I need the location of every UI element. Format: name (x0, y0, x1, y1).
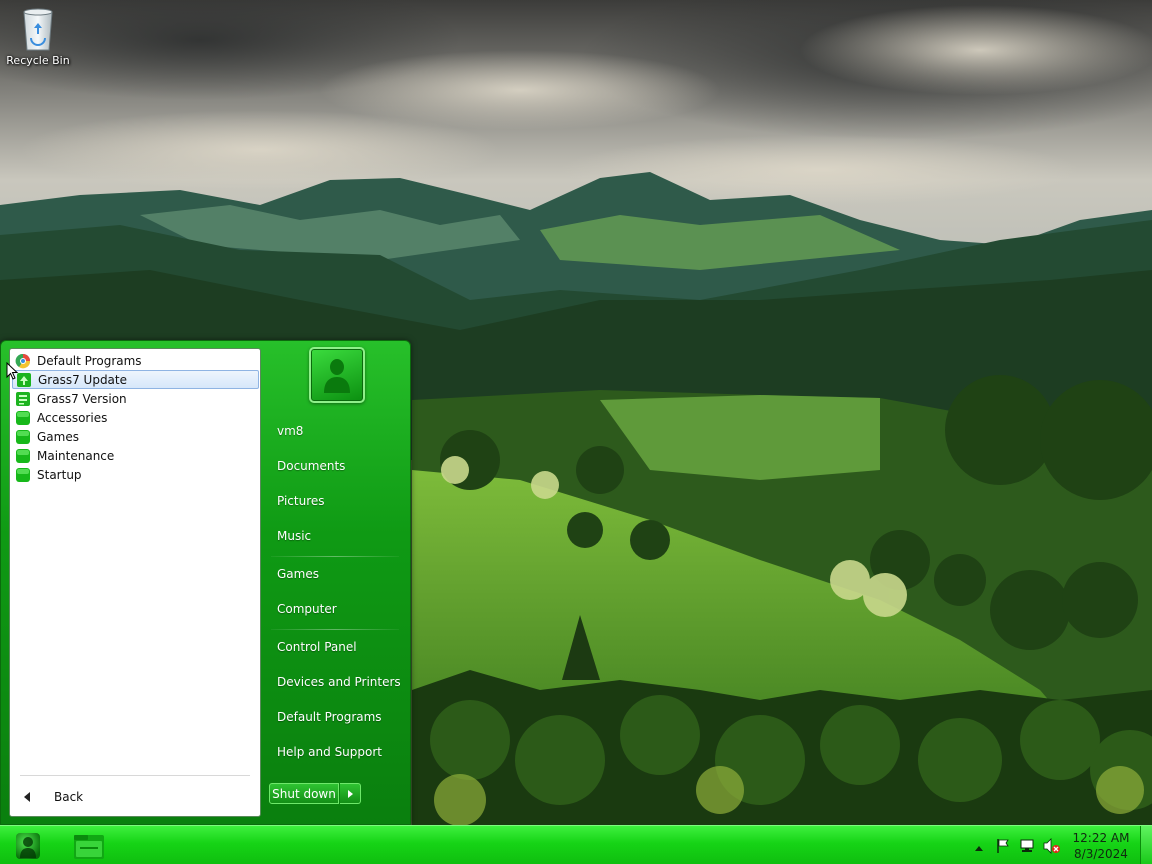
back-arrow-icon (24, 792, 30, 802)
recycle-bin-icon (23, 8, 53, 51)
start-separator (271, 629, 399, 630)
mouse-cursor-icon (6, 362, 18, 380)
program-folder-accessories[interactable]: Accessories (12, 408, 259, 427)
start-link-pictures[interactable]: Pictures (269, 488, 401, 514)
network-icon (1020, 839, 1034, 852)
user-avatar-icon (324, 359, 350, 393)
start-link-computer[interactable]: Computer (269, 596, 401, 622)
shutdown-options-button[interactable] (340, 783, 361, 804)
folder-icon (15, 448, 31, 464)
start-link-user-vm8[interactable]: vm8 (269, 418, 401, 444)
volume-muted-icon (1043, 838, 1060, 854)
shutdown-button[interactable]: Shut down (269, 783, 339, 804)
chevron-up-icon (975, 846, 983, 851)
taskbar-file-explorer-button[interactable] (66, 829, 112, 863)
file-explorer-icon (74, 835, 104, 859)
program-folder-maintenance[interactable]: Maintenance (12, 446, 259, 465)
program-item-label: Default Programs (37, 353, 142, 368)
clock-time: 12:22 AM (1072, 831, 1130, 845)
start-link-label: Devices and Printers (277, 675, 401, 689)
start-link-documents[interactable]: Documents (269, 453, 401, 479)
recycle-bin-desktop-icon[interactable]: Recycle Bin (4, 6, 72, 76)
folder-icon (15, 429, 31, 445)
update-icon (16, 372, 32, 388)
show-hidden-icons-button[interactable] (974, 841, 984, 855)
program-item-label: Games (37, 429, 79, 444)
folder-icon (15, 467, 31, 483)
action-center-flag-icon (997, 839, 1009, 853)
program-item-default-programs[interactable]: Default Programs (12, 351, 259, 370)
start-link-help-and-support[interactable]: Help and Support (269, 739, 401, 765)
start-link-default-programs[interactable]: Default Programs (269, 704, 401, 730)
program-folder-games[interactable]: Games (12, 427, 259, 446)
start-link-label: Computer (277, 602, 337, 616)
user-picture[interactable] (309, 347, 365, 403)
start-link-label: Documents (277, 459, 346, 473)
program-item-grass7-version[interactable]: Grass7 Version (12, 389, 259, 408)
start-orb-icon (16, 833, 40, 859)
recycle-bin-label: Recycle Bin (6, 54, 70, 67)
start-link-label: Pictures (277, 494, 325, 508)
folder-icon (15, 410, 31, 426)
show-desktop-button[interactable] (1140, 826, 1152, 864)
program-item-label: Accessories (37, 410, 108, 425)
start-link-games[interactable]: Games (269, 561, 401, 587)
program-item-label: Startup (37, 467, 82, 482)
program-folder-startup[interactable]: Startup (12, 465, 259, 484)
start-link-label: Control Panel (277, 640, 357, 654)
back-button[interactable]: Back (16, 786, 254, 808)
start-link-control-panel[interactable]: Control Panel (269, 634, 401, 660)
start-button[interactable] (6, 829, 50, 863)
action-center-button[interactable] (995, 838, 1011, 857)
volume-button[interactable] (1043, 838, 1061, 857)
all-programs-pane: Default Programs Grass7 Update Grass7 Ve… (9, 348, 261, 817)
start-menu: Default Programs Grass7 Update Grass7 Ve… (0, 340, 411, 825)
start-link-music[interactable]: Music (269, 523, 401, 549)
taskbar: 12:22 AM 8/3/2024 (0, 825, 1152, 864)
back-label: Back (54, 790, 84, 804)
program-item-label: Grass7 Version (37, 391, 127, 406)
start-link-label: vm8 (277, 424, 304, 438)
start-link-label: Default Programs (277, 710, 382, 724)
network-button[interactable] (1019, 838, 1035, 857)
start-link-label: Help and Support (277, 745, 382, 759)
version-icon (15, 391, 31, 407)
start-link-label: Music (277, 529, 312, 543)
program-item-label: Maintenance (37, 448, 115, 463)
start-link-label: Games (277, 567, 319, 581)
start-link-devices-and-printers[interactable]: Devices and Printers (269, 669, 401, 695)
taskbar-clock[interactable]: 12:22 AM 8/3/2024 (1070, 830, 1132, 862)
start-separator (271, 556, 399, 557)
program-item-label: Grass7 Update (38, 372, 127, 387)
program-item-grass7-update[interactable]: Grass7 Update (12, 370, 259, 389)
chevron-right-icon (347, 789, 353, 798)
back-separator (20, 775, 250, 776)
clock-date: 8/3/2024 (1074, 847, 1128, 861)
